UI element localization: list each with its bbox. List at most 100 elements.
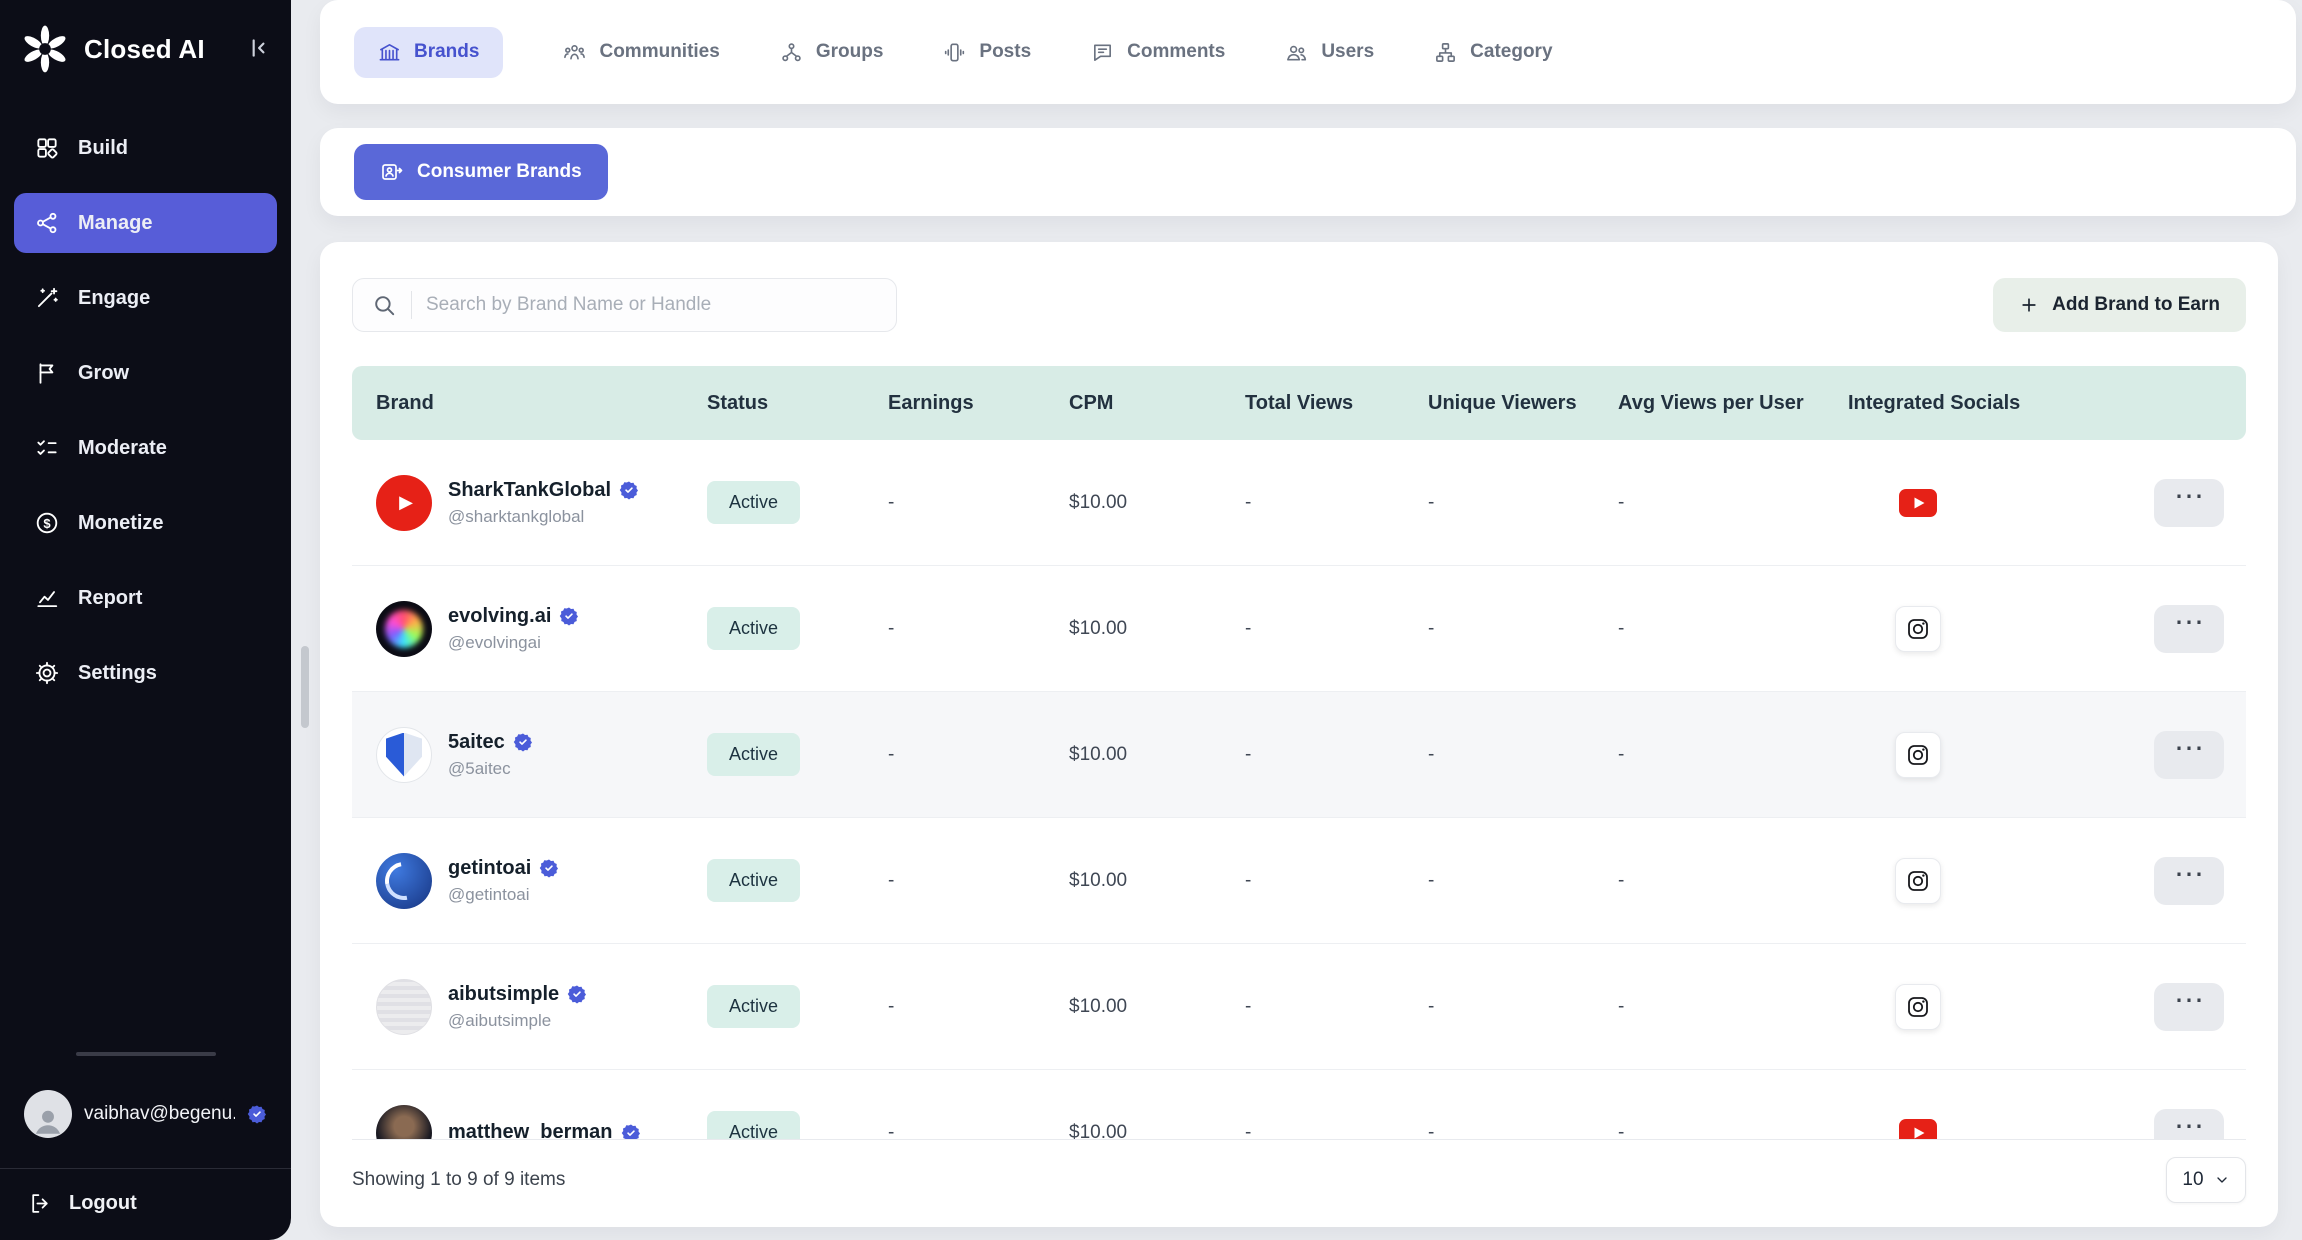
earnings-cell: - xyxy=(873,744,1054,766)
table-row[interactable]: SharkTankGlobal @sharktankglobal Active … xyxy=(352,440,2246,566)
instagram-icon xyxy=(1895,858,1941,904)
column-header-unique-viewers: Unique Viewers xyxy=(1413,392,1603,415)
brand-cell: SharkTankGlobal @sharktankglobal xyxy=(352,475,692,531)
unique-viewers-cell: - xyxy=(1413,1122,1603,1140)
tab-label: Posts xyxy=(979,41,1031,63)
brand-avatar xyxy=(376,727,432,783)
category-icon xyxy=(1434,41,1457,64)
brand-handle: @evolvingai xyxy=(448,633,579,653)
sidebar-item-settings[interactable]: Settings xyxy=(14,643,277,703)
table-row[interactable]: evolving.ai @evolvingai Active - $10.00 … xyxy=(352,566,2246,692)
verified-badge-icon xyxy=(247,1104,267,1124)
avg-views-cell: - xyxy=(1603,870,1829,892)
sidebar-item-engage[interactable]: Engage xyxy=(14,268,277,328)
avg-views-cell: - xyxy=(1603,1122,1829,1140)
unique-viewers-cell: - xyxy=(1413,618,1603,640)
sidebar-item-report[interactable]: Report xyxy=(14,568,277,628)
page-size-value: 10 xyxy=(2182,1169,2203,1191)
sidebar-item-moderate[interactable]: Moderate xyxy=(14,418,277,478)
avg-views-cell: - xyxy=(1603,618,1829,640)
sidebar-item-build[interactable]: Build xyxy=(14,118,277,178)
tab-users[interactable]: Users xyxy=(1285,27,1374,78)
row-actions-button[interactable]: ⋯ xyxy=(2154,983,2224,1031)
chevron-down-icon xyxy=(2214,1172,2230,1188)
brand-handle: @getintoai xyxy=(448,885,559,905)
bank-icon xyxy=(378,41,401,64)
sidebar-menu: Build Manage Engage Grow Moderate $ Mone… xyxy=(0,92,291,703)
column-header-earnings: Earnings xyxy=(873,392,1054,415)
tab-groups[interactable]: Groups xyxy=(780,27,884,78)
youtube-icon xyxy=(1895,480,1941,526)
table-row[interactable]: 5aitec @5aitec Active - $10.00 - - - ⋯ xyxy=(352,692,2246,818)
column-header-brand: Brand xyxy=(352,392,692,415)
sidebar-item-label: Engage xyxy=(78,287,150,310)
row-actions-button[interactable]: ⋯ xyxy=(2154,1109,2224,1140)
tab-label: Groups xyxy=(816,41,884,63)
sidebar-bottom: vaibhav@begenu... Logout xyxy=(0,1052,291,1240)
plus-icon xyxy=(2019,295,2039,315)
add-brand-label: Add Brand to Earn xyxy=(2052,294,2220,316)
consumer-brands-button[interactable]: Consumer Brands xyxy=(354,144,608,200)
brand-name: getintoai xyxy=(448,857,531,880)
brand-name: 5aitec xyxy=(448,731,505,754)
column-header-integrated-socials: Integrated Socials xyxy=(1829,392,2139,415)
status-cell: Active xyxy=(692,607,873,650)
table-footer: Showing 1 to 9 of 9 items 10 xyxy=(352,1139,2246,1219)
sidebar-collapse-button[interactable] xyxy=(245,35,271,64)
socials-cell xyxy=(1829,984,2139,1030)
youtube-icon xyxy=(1895,1110,1941,1140)
sidebar-item-manage[interactable]: Manage xyxy=(14,193,277,253)
brand-cell: 5aitec @5aitec xyxy=(352,727,692,783)
table-row[interactable]: aibutsimple @aibutsimple Active - $10.00… xyxy=(352,944,2246,1070)
sidebar-scrollbar[interactable] xyxy=(301,646,309,728)
logo-row: Closed AI xyxy=(0,0,291,92)
row-actions-button[interactable]: ⋯ xyxy=(2154,605,2224,653)
status-cell: Active xyxy=(692,859,873,902)
tab-label: Users xyxy=(1321,41,1374,63)
add-brand-button[interactable]: Add Brand to Earn xyxy=(1993,278,2246,332)
brand-text: evolving.ai @evolvingai xyxy=(448,605,579,653)
unique-viewers-cell: - xyxy=(1413,744,1603,766)
tab-communities[interactable]: Communities xyxy=(563,27,719,78)
posts-icon xyxy=(943,41,966,64)
earnings-cell: - xyxy=(873,996,1054,1018)
user-account[interactable]: vaibhav@begenu... xyxy=(14,1080,277,1148)
logout-button[interactable]: Logout xyxy=(14,1191,277,1216)
page-size-select[interactable]: 10 xyxy=(2166,1157,2246,1203)
brand-avatar xyxy=(376,853,432,909)
socials-cell xyxy=(1829,1110,2139,1140)
brand-avatar xyxy=(376,601,432,657)
actions-cell: ⋯ xyxy=(2139,731,2246,779)
app-root: Closed AI Build Manage Engage Grow xyxy=(0,0,2302,1240)
table-row[interactable]: matthew_berman Active - $10.00 - - - ⋯ xyxy=(352,1070,2246,1139)
actions-cell: ⋯ xyxy=(2139,983,2246,1031)
tab-category[interactable]: Category xyxy=(1434,27,1552,78)
sidebar-item-grow[interactable]: Grow xyxy=(14,343,277,403)
actions-cell: ⋯ xyxy=(2139,479,2246,527)
total-views-cell: - xyxy=(1230,492,1413,514)
brand-avatar xyxy=(376,1105,432,1140)
app-title: Closed AI xyxy=(84,34,205,65)
status-badge: Active xyxy=(707,859,800,902)
row-actions-button[interactable]: ⋯ xyxy=(2154,479,2224,527)
search-input[interactable] xyxy=(426,294,878,316)
table-body: SharkTankGlobal @sharktankglobal Active … xyxy=(352,440,2246,1139)
brand-handle: @5aitec xyxy=(448,759,533,779)
sidebar-item-monetize[interactable]: $ Monetize xyxy=(14,493,277,553)
tab-comments[interactable]: Comments xyxy=(1091,27,1225,78)
tab-label: Comments xyxy=(1127,41,1225,63)
brand-handle: @aibutsimple xyxy=(448,1011,587,1031)
brand-cell: getintoai @getintoai xyxy=(352,853,692,909)
tab-posts[interactable]: Posts xyxy=(943,27,1031,78)
brand-name: evolving.ai xyxy=(448,605,551,628)
brand-cell: matthew_berman xyxy=(352,1105,692,1140)
tab-label: Communities xyxy=(599,41,719,63)
communities-icon xyxy=(563,41,586,64)
brands-panel: Add Brand to Earn Brand Status Earnings … xyxy=(320,242,2278,1227)
cpm-cell: $10.00 xyxy=(1054,1122,1230,1140)
row-actions-button[interactable]: ⋯ xyxy=(2154,857,2224,905)
table-row[interactable]: getintoai @getintoai Active - $10.00 - -… xyxy=(352,818,2246,944)
tab-brands[interactable]: Brands xyxy=(354,27,503,78)
row-actions-button[interactable]: ⋯ xyxy=(2154,731,2224,779)
search-box[interactable] xyxy=(352,278,897,332)
